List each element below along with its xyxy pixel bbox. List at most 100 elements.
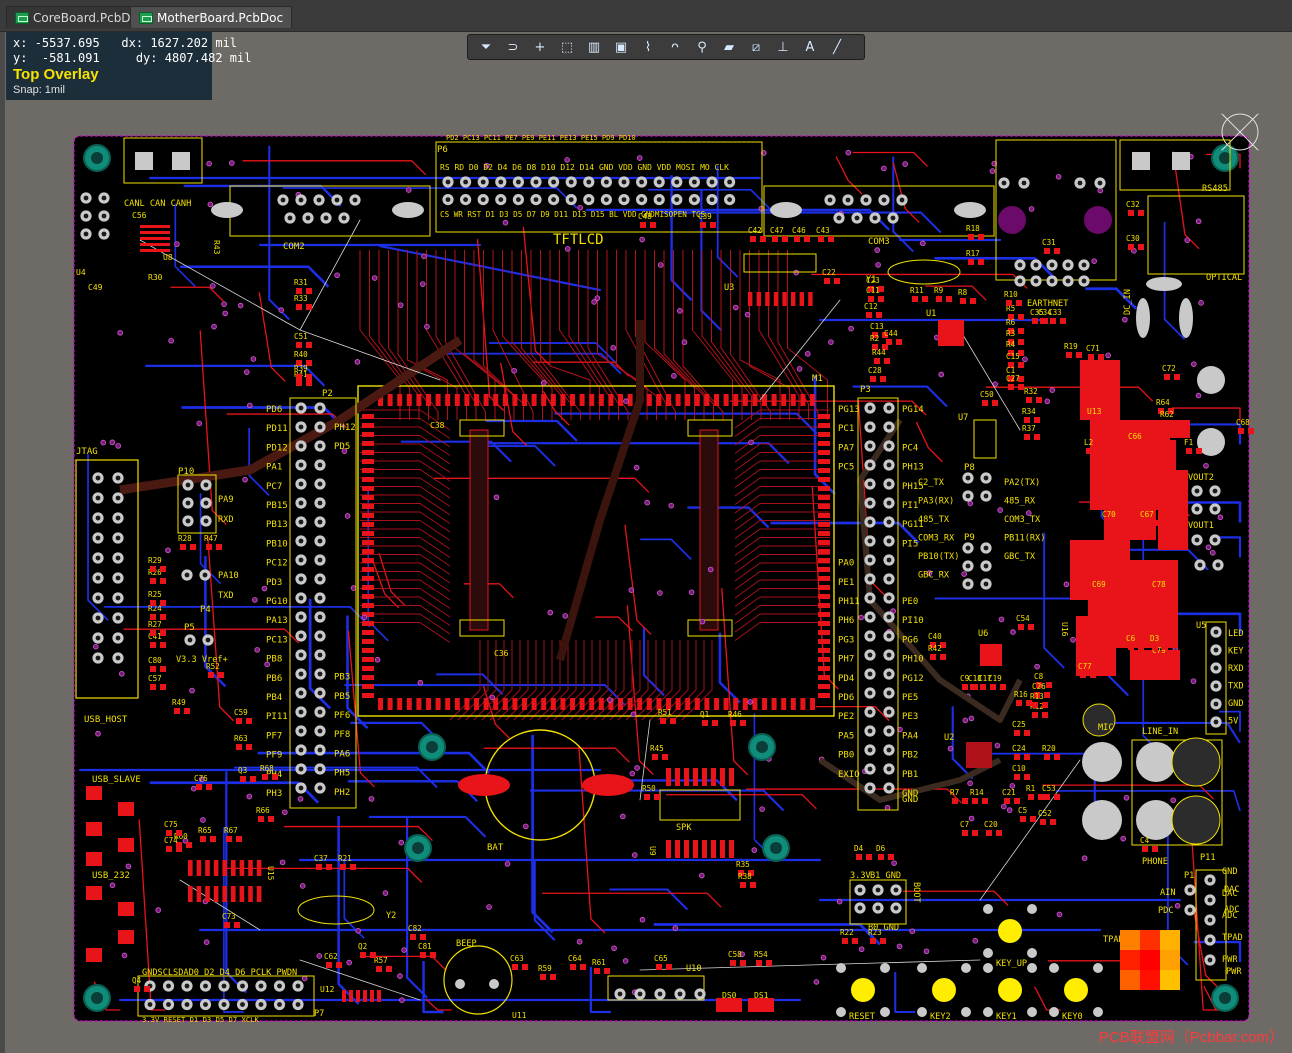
reset-button-label: RESET	[849, 1012, 875, 1022]
com2-label: COM2	[283, 242, 305, 252]
u9-pad	[666, 840, 671, 858]
pin-hole	[886, 709, 892, 715]
p3-pin-label: PH10	[902, 655, 924, 665]
fill-icon[interactable]: ▰	[717, 36, 741, 58]
pin-hole	[867, 671, 873, 677]
chip-pad	[714, 394, 719, 406]
smd-pad	[880, 376, 886, 382]
u15-pad	[205, 860, 210, 876]
pin-hole	[298, 462, 304, 468]
u5-label: U5	[1196, 621, 1206, 631]
tab-motherboard[interactable]: MotherBoard.PcbDoc	[130, 6, 293, 28]
part-label: C52	[1038, 809, 1052, 818]
via	[858, 946, 865, 953]
usb-pad	[86, 786, 102, 800]
usb-pad	[86, 948, 102, 962]
chip-pad	[362, 693, 374, 698]
pin-hole	[1194, 537, 1200, 543]
pad-icon[interactable]: ⚲	[690, 36, 714, 58]
chip-pad	[579, 698, 585, 710]
u15-pad	[196, 886, 202, 902]
smd-pad	[756, 960, 762, 966]
pin-hole	[1197, 562, 1203, 568]
smd-pad	[656, 964, 662, 970]
part-label: R38	[738, 872, 752, 881]
region-icon[interactable]: ⧄	[744, 36, 768, 58]
chip-pad	[608, 394, 614, 406]
part-label: C48	[638, 212, 652, 221]
route-icon[interactable]: ⊃	[501, 36, 525, 58]
via	[896, 943, 903, 950]
p3-pin-label: PB2	[902, 751, 918, 761]
text-icon[interactable]: A	[798, 36, 822, 58]
diff-pair-icon[interactable]: ᴖ	[663, 36, 687, 58]
smd-pad	[962, 830, 968, 836]
pin-hole	[298, 481, 304, 487]
component-icon[interactable]: ▣	[609, 36, 633, 58]
part-label: R52	[206, 662, 220, 671]
coordinate-hud: x: -5537.695 dx: 1627.202 mil y: -581.09…	[6, 32, 251, 100]
smd-pad	[936, 296, 942, 302]
pin-hole	[277, 983, 282, 989]
pin-hole	[1207, 937, 1213, 943]
via	[547, 609, 554, 616]
pin-hole	[836, 215, 842, 221]
smd-pad	[1028, 624, 1034, 630]
part-label: R45	[650, 744, 664, 753]
chip-pad	[790, 698, 796, 710]
p2-pin-label: PD12	[266, 443, 288, 453]
smd-pad	[296, 304, 302, 310]
via	[211, 323, 217, 330]
pin-hole	[886, 747, 892, 753]
filter-icon[interactable]: ⏷	[474, 36, 498, 58]
p6-row1-label: RS RD D0 D2 D4 D6 D8 D10 D12 D14 GND VDD…	[440, 163, 729, 172]
chip-pad	[406, 394, 412, 406]
smd-pad	[1034, 434, 1040, 440]
chip-pad	[800, 698, 806, 710]
pcb-canvas[interactable]: M1 C38 C36 P6 PD2 PC13 PC11 PE7 PE9 PE11 PE1…	[0, 32, 1292, 1053]
pin-hole	[101, 213, 107, 219]
hud-x-label: x:	[13, 36, 28, 50]
dimension-icon[interactable]: ⊥	[771, 36, 795, 58]
via	[118, 670, 125, 677]
smd-pad	[430, 952, 436, 958]
chip-pad	[598, 394, 604, 406]
audio-jack-pad	[1136, 742, 1176, 782]
via	[1091, 258, 1097, 264]
pin-hole	[551, 197, 556, 203]
part-label: C8	[1034, 672, 1044, 681]
pin-hole	[83, 213, 89, 219]
pin-hole	[240, 983, 245, 989]
pin-hole	[298, 595, 304, 601]
pin-hole	[445, 197, 451, 203]
smd-pad	[184, 708, 190, 714]
u15-pad	[205, 886, 210, 902]
key1-button-label: KEY1	[996, 1012, 1017, 1022]
pin-hole	[305, 215, 311, 221]
part-label: C59	[234, 708, 248, 717]
pcb-board-view[interactable]: M1 C38 C36 P6 PD2 PC13 PC11 PE7 PE9 PE11 PE1…	[0, 32, 1292, 1053]
active-bar-toolbar: ⏷ ⊃ + ⬚ ▥ ▣ ⌇ ᴖ ⚲ ▰ ⧄ ⊥ A ╱	[467, 34, 865, 60]
align-icon[interactable]: ▥	[582, 36, 606, 58]
via	[968, 715, 975, 722]
chip-pad	[541, 394, 547, 406]
line-icon[interactable]: ╱	[825, 36, 849, 58]
p3-pin-label: PI5	[902, 539, 918, 549]
chip-pad	[589, 698, 595, 710]
cross-icon[interactable]: +	[528, 36, 552, 58]
part-label: C80	[148, 656, 162, 665]
via	[644, 499, 651, 506]
key-pin	[1027, 1007, 1037, 1017]
select-rect-icon[interactable]: ⬚	[555, 36, 579, 58]
beeper-pin	[489, 979, 499, 989]
via	[793, 269, 800, 276]
part-label: R22	[840, 928, 854, 937]
p3-pin-label: PH11	[838, 597, 860, 607]
pin-hole	[886, 652, 892, 658]
pin-hole	[115, 515, 121, 521]
interactive-route-icon[interactable]: ⌇	[636, 36, 660, 58]
smd-pad	[712, 720, 718, 726]
pin-hole	[298, 405, 304, 411]
smd-pad	[878, 854, 884, 860]
chip-pad	[454, 394, 460, 406]
